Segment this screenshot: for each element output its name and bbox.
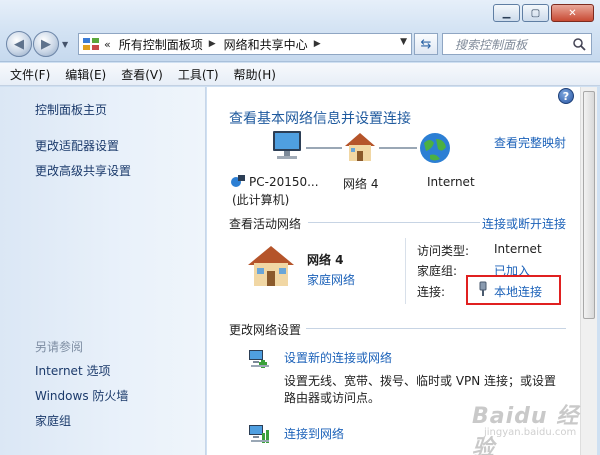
window-controls: ▁ ▢ ✕ (491, 4, 594, 22)
home-network-icon (345, 133, 375, 161)
change-settings-heading: 更改网络设置 (229, 323, 302, 337)
active-network-name: 网络 4 (307, 253, 344, 267)
homegroup-link[interactable]: 家庭组 (35, 412, 71, 429)
maximize-button[interactable]: ▢ (522, 4, 549, 22)
map-internet-label: Internet (427, 175, 475, 189)
section-divider (308, 222, 480, 223)
vertical-divider (405, 238, 406, 304)
homegroup-label: 家庭组: (417, 264, 458, 278)
scrollbar-thumb[interactable] (583, 91, 595, 319)
setup-description-line-2: 路由器或访问点。 (284, 391, 381, 405)
highlight-box (466, 275, 561, 305)
computer-icon (273, 131, 301, 159)
connect-to-network-icon (249, 425, 269, 443)
connect-to-network-link[interactable]: 连接到网络 (284, 425, 344, 442)
forward-button[interactable]: ▶ (33, 31, 59, 57)
windows-firewall-link[interactable]: Windows 防火墙 (35, 387, 128, 404)
section-divider (306, 328, 566, 329)
change-adapter-settings-link[interactable]: 更改适配器设置 (35, 137, 119, 154)
arrow-right-icon: ▶ (41, 36, 51, 52)
network-computer-small-icon (231, 175, 245, 187)
search-placeholder: 搜索控制面板 (455, 37, 528, 52)
title-bar: ▁ ▢ ✕ ◀ ▶ ▼ « 所有控制面板项 ▶ 网络和共享中心 ▶ ▼ ⇆ 搜索… (0, 0, 600, 62)
arrow-left-icon: ◀ (14, 36, 24, 52)
menu-help[interactable]: 帮助(H) (234, 66, 276, 83)
access-type-label: 访问类型: (417, 244, 470, 258)
page-title: 查看基本网络信息并设置连接 (229, 111, 411, 127)
address-dropdown-icon[interactable]: ▼ (400, 37, 407, 47)
change-advanced-sharing-link[interactable]: 更改高级共享设置 (35, 162, 131, 179)
internet-globe-icon (420, 133, 450, 163)
help-icon[interactable]: ? (558, 88, 574, 104)
baidu-watermark-url: jingyan.baidu.com (484, 427, 577, 438)
close-button[interactable]: ✕ (551, 4, 594, 22)
left-pane: 控制面板主页 更改适配器设置 更改高级共享设置 另请参阅 Internet 选项… (0, 87, 206, 455)
map-network-name: 网络 4 (343, 177, 379, 191)
menu-edit[interactable]: 编辑(E) (65, 66, 106, 83)
setup-description-line-1: 设置无线、宽带、拨号、临时或 VPN 连接；或设置 (284, 374, 557, 388)
breadcrumb-separator-icon[interactable]: ▶ (314, 39, 321, 49)
computer-name: PC-20150... (249, 175, 319, 189)
map-connector-line (306, 147, 342, 149)
connections-label: 连接: (417, 285, 446, 299)
refresh-icon: ⇆ (420, 36, 432, 52)
access-type-value: Internet (494, 242, 542, 256)
breadcrumb-network-center[interactable]: 网络和共享中心 (224, 36, 308, 53)
menu-file[interactable]: 文件(F) (10, 66, 50, 83)
active-networks-heading: 查看活动网络 (229, 217, 302, 231)
breadcrumb-separator-icon[interactable]: ▶ (209, 39, 216, 49)
menu-bar: 文件(F) 编辑(E) 查看(V) 工具(T) 帮助(H) (0, 63, 600, 86)
minimize-button[interactable]: ▁ (493, 4, 520, 22)
internet-options-link[interactable]: Internet 选项 (35, 362, 110, 379)
address-bar[interactable]: « 所有控制面板项 ▶ 网络和共享中心 ▶ ▼ (78, 33, 412, 55)
search-icon[interactable] (572, 37, 586, 51)
search-input[interactable]: 搜索控制面板 (442, 33, 592, 55)
home-network-large-icon (248, 246, 294, 286)
refresh-button[interactable]: ⇆ (414, 33, 438, 55)
setup-connection-link[interactable]: 设置新的连接或网络 (284, 349, 392, 366)
breadcrumb-control-panel[interactable]: 所有控制面板项 (119, 36, 203, 53)
control-panel-icon (83, 38, 99, 50)
menu-tools[interactable]: 工具(T) (178, 66, 219, 83)
breadcrumb-overflow-icon[interactable]: « (104, 38, 111, 51)
setup-network-icon (249, 350, 269, 368)
recent-pages-dropdown-icon[interactable]: ▼ (62, 40, 68, 49)
navigation-buttons: ◀ ▶ ▼ (6, 31, 68, 57)
control-panel-home-link[interactable]: 控制面板主页 (35, 101, 107, 118)
back-button[interactable]: ◀ (6, 31, 32, 57)
map-connector-line (379, 147, 417, 149)
menu-view[interactable]: 查看(V) (121, 66, 163, 83)
see-also-heading: 另请参阅 (35, 340, 84, 354)
network-type-link[interactable]: 家庭网络 (307, 271, 355, 288)
computer-subtitle: (此计算机) (232, 193, 290, 207)
view-full-map-link[interactable]: 查看完整映射 (494, 134, 566, 151)
connect-disconnect-link[interactable]: 连接或断开连接 (482, 215, 566, 232)
